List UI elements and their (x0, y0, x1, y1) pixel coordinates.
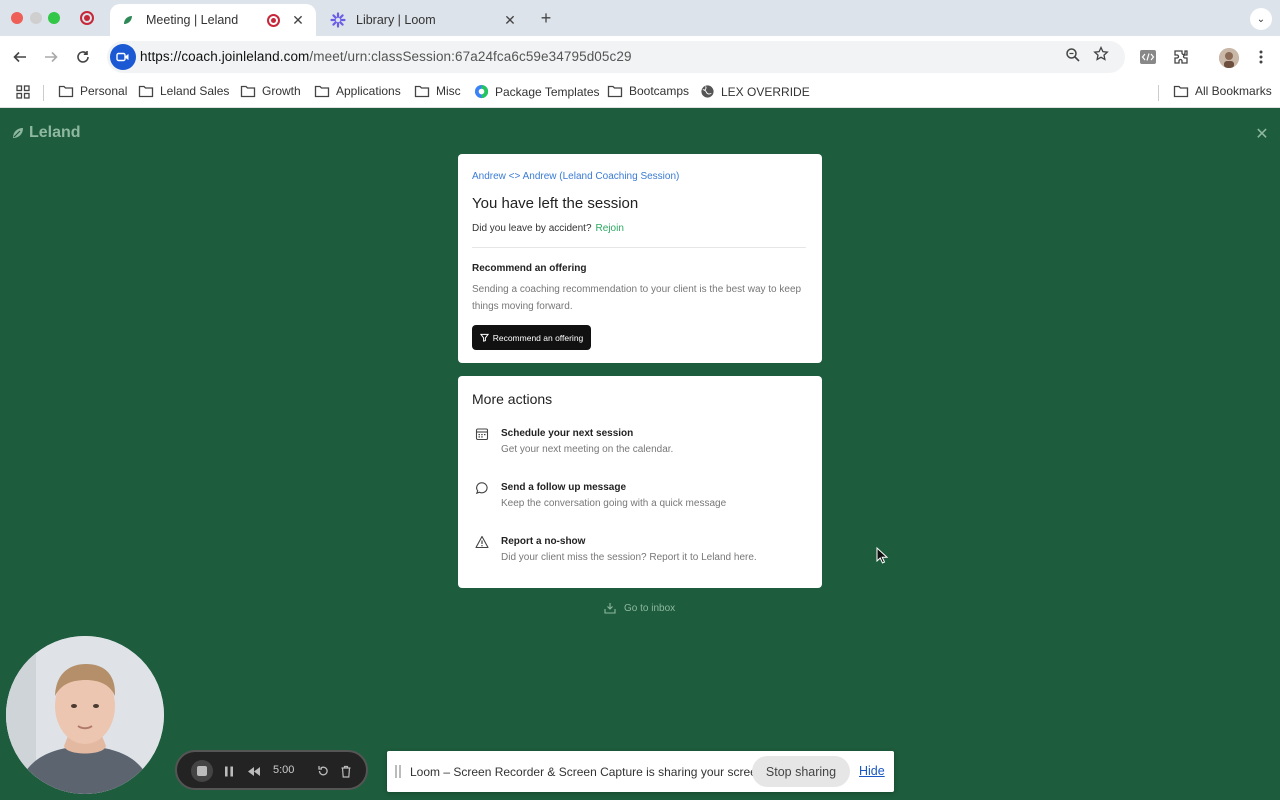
folder-icon (58, 85, 74, 98)
url-text: https://coach.joinleland.com/meet/urn:cl… (140, 49, 632, 64)
section-divider (472, 247, 806, 248)
bookmark-applications[interactable]: Applications (314, 84, 401, 98)
window-zoom-button[interactable] (48, 12, 60, 24)
bookmarks-divider (43, 85, 44, 101)
session-name-link[interactable]: Andrew <> Andrew (Leland Coaching Sessio… (472, 171, 679, 182)
browser-toolbar: https://coach.joinleland.com/meet/urn:cl… (0, 36, 1280, 78)
zoom-icon[interactable] (1065, 47, 1085, 67)
schedule-next-session-action[interactable]: Schedule your next session Get your next… (472, 427, 802, 467)
globe-icon (701, 85, 714, 98)
back-arrow-icon[interactable] (9, 46, 31, 68)
calendar-icon (475, 427, 489, 441)
bookmark-growth[interactable]: Growth (240, 84, 301, 98)
pause-icon[interactable] (220, 762, 238, 780)
new-tab-icon[interactable]: + (536, 8, 556, 28)
stop-sharing-button[interactable]: Stop sharing (752, 756, 850, 787)
close-tab-icon[interactable]: ✕ (290, 12, 306, 28)
rejoin-link[interactable]: Rejoin (596, 223, 624, 234)
folder-icon (414, 85, 430, 98)
more-actions-heading: More actions (472, 391, 553, 407)
drag-handle-icon[interactable] (395, 765, 401, 778)
bookmark-all-bookmarks[interactable]: All Bookmarks (1173, 84, 1272, 98)
folder-icon (1173, 85, 1189, 98)
window-minimize-button[interactable] (30, 12, 42, 24)
bookmarks-bar: Personal Leland Sales Growth Application… (0, 78, 1280, 108)
session-left-card: Andrew <> Andrew (Leland Coaching Sessio… (458, 154, 822, 363)
close-page-icon[interactable]: ✕ (1254, 126, 1270, 143)
send-follow-up-action[interactable]: Send a follow up message Keep the conver… (472, 481, 802, 521)
globe-color-icon (474, 84, 489, 99)
browser-menu-icon[interactable] (1250, 46, 1272, 68)
forward-arrow-icon[interactable] (40, 46, 62, 68)
bookmark-star-icon[interactable] (1093, 45, 1113, 66)
close-tab-icon[interactable]: ✕ (502, 12, 518, 28)
funnel-icon (479, 333, 489, 342)
tab-search-chevron-icon[interactable]: ⌄ (1250, 8, 1272, 30)
bookmark-bootcamps[interactable]: Bootcamps (607, 84, 689, 98)
warning-icon (475, 535, 489, 549)
folder-icon (607, 85, 623, 98)
sharing-status-text: Loom – Screen Recorder & Screen Capture … (410, 765, 767, 779)
extensions-puzzle-icon[interactable] (1170, 46, 1192, 68)
go-to-inbox-link[interactable]: Go to inbox (604, 602, 675, 614)
rewind-icon[interactable] (245, 762, 263, 780)
recommend-offering-button[interactable]: Recommend an offering (472, 325, 591, 350)
report-no-show-action[interactable]: Report a no-show Did your client miss th… (472, 535, 802, 575)
reload-icon[interactable] (72, 46, 94, 68)
recording-timer: 5:00 (273, 764, 295, 776)
bookmarks-divider (1158, 85, 1159, 101)
stop-recording-button[interactable] (191, 760, 213, 782)
webcam-bubble[interactable] (6, 636, 164, 794)
mouse-cursor-icon (876, 546, 890, 565)
tab-title: Library | Loom (356, 13, 436, 27)
bookmark-leland-sales[interactable]: Leland Sales (138, 84, 229, 98)
tab-recording-icon (267, 13, 280, 27)
tab-strip: Meeting | Leland ✕ Library | Loom ✕ + ⌄ (0, 0, 1280, 36)
more-actions-card: More actions Schedule your next session … (458, 376, 822, 588)
dev-tools-extension-icon[interactable] (1137, 46, 1159, 68)
bookmark-lex-override[interactable]: LEX OVERRIDE (700, 84, 810, 99)
tab-meeting-leland[interactable]: Meeting | Leland ✕ (110, 4, 316, 36)
loom-recording-controls: 5:00 (175, 750, 368, 790)
page-title: You have left the session (472, 195, 639, 212)
recommend-description: Sending a coaching recommendation to you… (472, 284, 802, 312)
folder-icon (314, 85, 330, 98)
screen-sharing-bar: Loom – Screen Recorder & Screen Capture … (387, 751, 894, 792)
apps-grid-icon[interactable] (15, 84, 37, 100)
leland-leaf-icon (13, 128, 23, 138)
loom-logo-icon (330, 12, 346, 28)
recording-indicator-icon[interactable] (80, 11, 94, 25)
restart-icon[interactable] (314, 762, 332, 780)
leland-leaf-icon (120, 12, 136, 28)
inbox-icon (604, 603, 616, 614)
camera-permission-icon[interactable] (110, 44, 136, 70)
leland-logo[interactable]: Leland (11, 124, 81, 142)
tab-library-loom[interactable]: Library | Loom ✕ (320, 4, 528, 36)
folder-icon (138, 85, 154, 98)
bookmark-misc[interactable]: Misc (414, 84, 461, 98)
address-bar[interactable]: https://coach.joinleland.com/meet/urn:cl… (107, 41, 1125, 73)
tab-title: Meeting | Leland (146, 13, 239, 27)
recommend-heading: Recommend an offering (472, 263, 587, 274)
trash-icon[interactable] (337, 762, 355, 780)
chat-bubble-icon (475, 481, 489, 495)
folder-icon (240, 85, 256, 98)
bookmark-personal[interactable]: Personal (58, 84, 127, 98)
profile-avatar[interactable] (1219, 48, 1239, 68)
hide-sharing-bar-link[interactable]: Hide (859, 764, 885, 778)
accident-prompt: Did you leave by accident? Rejoin (472, 223, 624, 234)
window-close-button[interactable] (11, 12, 23, 24)
bookmark-package-templates[interactable]: Package Templates (474, 84, 600, 99)
